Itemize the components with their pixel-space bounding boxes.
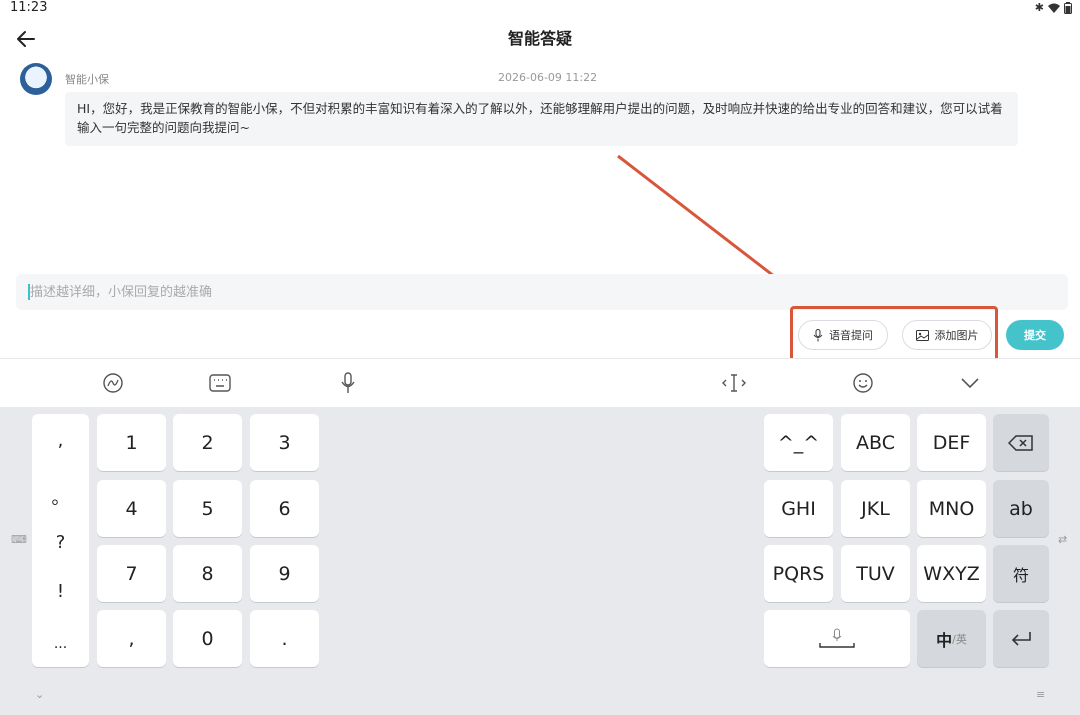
lang-main-label: 中 [936, 630, 953, 650]
chevron-down-icon[interactable] [957, 370, 983, 396]
key-tuv[interactable]: TUV [841, 545, 910, 602]
key-symbols[interactable]: 符 [993, 545, 1049, 602]
key-5[interactable]: 5 [173, 480, 242, 537]
keyboard-left-icon[interactable]: ⌨ [11, 533, 27, 546]
cursor-icon[interactable] [721, 370, 747, 396]
key-0[interactable]: 0 [173, 610, 242, 667]
sender-name: 智能小保 [65, 73, 109, 86]
bot-avatar [20, 63, 52, 95]
message-timestamp: 2026-06-09 11:22 [498, 71, 598, 84]
handwriting-icon[interactable] [100, 370, 126, 396]
key-emoticon[interactable]: ^_^ [764, 414, 833, 471]
keyboard-icon[interactable] [207, 370, 233, 396]
battery-icon [1064, 1, 1072, 14]
message-bubble: HI，您好，我是正保教育的智能小保，不但对积累的丰富知识有着深入的了解以外，还能… [65, 92, 1018, 146]
key-7[interactable]: 7 [97, 545, 166, 602]
symbol-key[interactable]: 。 [32, 484, 89, 510]
key-9[interactable]: 9 [250, 545, 319, 602]
add-image-button[interactable]: 添加图片 [902, 320, 992, 350]
key-1[interactable]: 1 [97, 414, 166, 471]
key-ab[interactable]: ab [993, 480, 1049, 537]
add-image-label: 添加图片 [934, 329, 979, 342]
symbol-column[interactable]: , 。 ? ! ... [32, 414, 89, 667]
emoji-icon[interactable] [850, 370, 876, 396]
symbol-key[interactable]: ... [32, 636, 89, 652]
symbol-key[interactable]: ? [32, 532, 89, 553]
lang-alt-label: /英 [952, 632, 967, 646]
key-2[interactable]: 2 [173, 414, 242, 471]
voice-question-label: 语音提问 [829, 329, 873, 342]
key-8[interactable]: 8 [173, 545, 242, 602]
key-pqrs[interactable]: PQRS [764, 545, 833, 602]
symbol-key[interactable]: , [32, 430, 89, 451]
key-ghi[interactable]: GHI [764, 480, 833, 537]
key-language-toggle[interactable]: 中/英 [917, 610, 986, 667]
keyboard-menu-icon[interactable]: ≡ [1036, 688, 1045, 701]
status-icons: ✱ [1035, 1, 1072, 14]
key-4[interactable]: 4 [97, 480, 166, 537]
enter-icon [1011, 631, 1031, 646]
mic-icon [813, 328, 823, 341]
key-6[interactable]: 6 [250, 480, 319, 537]
bluetooth-icon: ✱ [1034, 1, 1044, 14]
key-comma[interactable]: , [97, 610, 166, 667]
keyboard-hide-icon[interactable]: ⌄ [35, 688, 44, 701]
key-jkl[interactable]: JKL [841, 480, 910, 537]
page-title: 智能答疑 [507, 29, 572, 48]
mic-icon[interactable] [335, 370, 361, 396]
space-key[interactable] [764, 610, 910, 667]
wifi-icon [1048, 3, 1060, 13]
enter-key[interactable] [993, 610, 1049, 667]
symbol-key[interactable]: ! [32, 581, 89, 602]
key-period[interactable]: . [250, 610, 319, 667]
backspace-key[interactable] [993, 414, 1049, 471]
key-def[interactable]: DEF [917, 414, 986, 471]
keyboard-toolbar [0, 359, 1080, 407]
input-placeholder: 描述越详细，小保回复的越准确 [30, 285, 213, 300]
submit-button[interactable]: 提交 [1006, 320, 1064, 350]
image-icon [915, 329, 929, 341]
keyboard-switch-icon[interactable]: ⇄ [1058, 533, 1067, 546]
backspace-icon [1008, 434, 1033, 451]
key-3[interactable]: 3 [250, 414, 319, 471]
status-time: 11:23 [10, 0, 48, 15]
key-mno[interactable]: MNO [917, 480, 986, 537]
key-wxyz[interactable]: WXYZ [917, 545, 986, 602]
key-abc[interactable]: ABC [841, 414, 910, 471]
space-mic-icon [819, 628, 855, 648]
voice-question-button[interactable]: 语音提问 [798, 320, 888, 350]
